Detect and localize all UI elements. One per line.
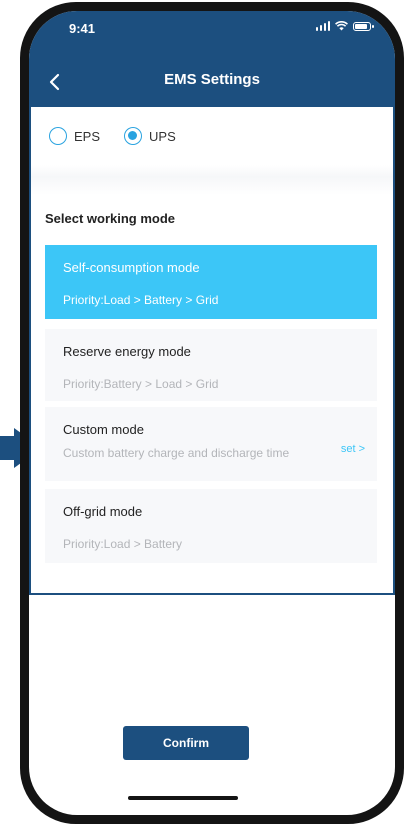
confirm-button[interactable]: Confirm: [123, 726, 249, 760]
mode-card-reserve-energy[interactable]: Reserve energy mode Priority:Battery > L…: [45, 329, 377, 401]
home-indicator: [128, 796, 238, 800]
radio-option-eps[interactable]: EPS: [49, 127, 100, 145]
phone-screen: 9:41 EMS Settings EPS UPS Select working…: [29, 11, 395, 815]
custom-mode-set-link[interactable]: set >: [341, 443, 365, 455]
radio-option-ups[interactable]: UPS: [124, 127, 176, 145]
page-title: EMS Settings: [164, 71, 260, 88]
mode-description: Custom battery charge and discharge time: [63, 446, 290, 460]
mode-description: Priority:Load > Battery: [63, 537, 183, 551]
section-divider: [31, 165, 393, 195]
mode-card-off-grid[interactable]: Off-grid mode Priority:Load > Battery: [45, 489, 377, 563]
settings-panel: EPS UPS Select working mode Self-consump…: [29, 107, 395, 595]
mode-card-self-consumption[interactable]: Self-consumption mode Priority:Load > Ba…: [45, 245, 377, 319]
radio-label-eps: EPS: [74, 128, 101, 144]
mode-description: Priority:Load > Battery > Grid: [63, 293, 219, 307]
app-header: 9:41 EMS Settings: [29, 11, 395, 107]
nav-bar: EMS Settings: [29, 61, 395, 101]
section-title: Select working mode: [45, 211, 176, 226]
status-icons: [315, 21, 374, 31]
wifi-icon: [335, 21, 348, 31]
mode-name: Self-consumption mode: [63, 260, 200, 275]
phone-frame: 9:41 EMS Settings EPS UPS Select working…: [20, 2, 404, 824]
radio-circle-eps[interactable]: [49, 127, 67, 145]
status-bar: 9:41: [29, 11, 395, 55]
screenshot-canvas: 9:41 EMS Settings EPS UPS Select working…: [0, 0, 408, 827]
mode-name: Custom mode: [63, 422, 144, 437]
power-mode-radio-group: EPS UPS: [49, 127, 200, 145]
mode-name: Reserve energy mode: [63, 344, 191, 359]
signal-icon: [315, 21, 330, 31]
radio-label-ups: UPS: [149, 128, 176, 144]
mode-name: Off-grid mode: [63, 504, 143, 519]
radio-circle-ups[interactable]: [124, 127, 143, 145]
mode-card-custom[interactable]: Custom mode Custom battery charge and di…: [45, 407, 377, 481]
battery-icon: [353, 21, 374, 31]
mode-description: Priority:Battery > Load > Grid: [63, 377, 219, 391]
status-time: 9:41: [69, 21, 96, 36]
